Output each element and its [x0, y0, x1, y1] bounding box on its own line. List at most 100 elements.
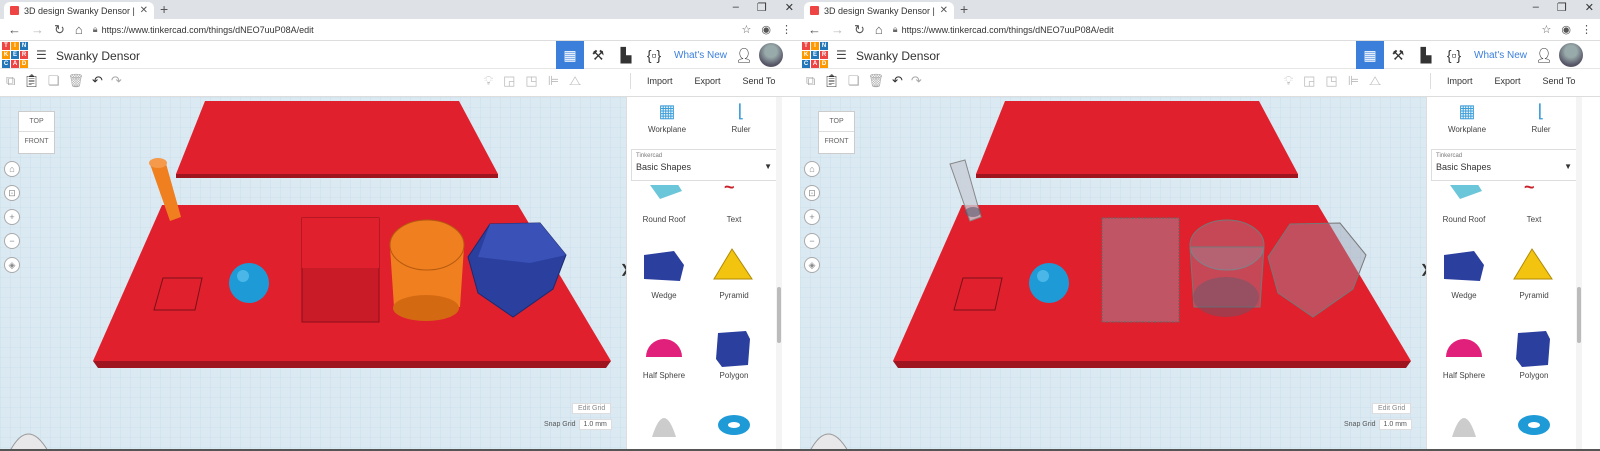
fit-view-icon[interactable]: ⊡ [804, 185, 820, 201]
send-to-button[interactable]: Send To [737, 73, 782, 89]
undo-icon[interactable]: ↶ [92, 73, 103, 89]
back-plate[interactable] [976, 101, 1298, 174]
blocks-pickaxe-icon[interactable]: ⚒ [1384, 41, 1412, 69]
close-tab-icon[interactable]: ✕ [940, 5, 948, 16]
avatar[interactable] [1559, 43, 1584, 67]
zoom-in-icon[interactable]: + [804, 209, 820, 225]
delete-icon[interactable]: 🗑︎ [867, 73, 884, 89]
close-window-icon[interactable]: ✕ [1585, 1, 1594, 14]
view-cube-top[interactable]: TOP [19, 112, 54, 132]
extension-icon[interactable]: ◉ [1561, 23, 1571, 36]
minimize-icon[interactable]: – [733, 1, 739, 14]
browser-menu-icon[interactable]: ⋮ [1581, 23, 1592, 36]
view-cube[interactable]: TOP FRONT [818, 111, 855, 154]
shape-item[interactable]: Wedge [629, 247, 699, 300]
copy-icon[interactable]: ⧉ [806, 73, 815, 89]
snap-grid-select[interactable]: 1.0 mm [578, 419, 612, 430]
group-icon[interactable]: ◲ [1303, 73, 1315, 89]
codeblocks-icon[interactable]: {▫} [1440, 41, 1468, 69]
restore-icon[interactable]: ❐ [1557, 1, 1567, 14]
delete-icon[interactable]: 🗑︎ [67, 73, 84, 89]
export-button[interactable]: Export [1489, 73, 1527, 89]
light-bulb-icon[interactable]: 💡︎ [484, 73, 493, 89]
redo-icon[interactable]: ↷ [911, 73, 922, 89]
sphere-shape[interactable] [1029, 263, 1069, 303]
shape-item[interactable] [629, 407, 699, 439]
view-cube[interactable]: TOP FRONT [18, 111, 55, 154]
browser-menu-icon[interactable]: ⋮ [781, 23, 792, 36]
undo-icon[interactable]: ↶ [892, 73, 903, 89]
sphere-shape[interactable] [229, 263, 269, 303]
perspective-icon[interactable]: ◈ [804, 257, 820, 273]
mirror-icon[interactable]: ⧍ [1369, 73, 1381, 89]
new-tab-icon[interactable]: + [160, 1, 168, 17]
shape-item[interactable]: Wedge [1429, 247, 1499, 300]
browser-tab[interactable]: 3D design Swanky Densor | Tink ✕ [4, 2, 154, 19]
snap-grid-select[interactable]: 1.0 mm [1378, 419, 1412, 430]
design-title[interactable]: Swanky Densor [56, 49, 140, 63]
perspective-icon[interactable]: ◈ [4, 257, 20, 273]
home-view-icon[interactable]: ⌂ [4, 161, 20, 177]
close-window-icon[interactable]: ✕ [785, 1, 794, 14]
shape-item[interactable]: Half Sphere [1429, 327, 1499, 380]
url-input[interactable]: 🔒︎ https://www.tinkercad.com/things/dNEO7… [93, 22, 732, 38]
close-tab-icon[interactable]: ✕ [140, 5, 148, 16]
view-cube-front[interactable]: FRONT [819, 132, 854, 152]
shape-item[interactable]: Pyramid [699, 247, 769, 300]
view-cube-front[interactable]: FRONT [19, 132, 54, 152]
back-icon[interactable]: ← [8, 22, 21, 37]
send-to-button[interactable]: Send To [1537, 73, 1582, 89]
3d-viewport[interactable] [0, 97, 626, 451]
edit-grid-button[interactable]: Edit Grid [572, 403, 612, 414]
shape-item[interactable]: Round Roof [1429, 185, 1499, 224]
import-button[interactable]: Import [641, 73, 679, 89]
shape-library-select[interactable]: Tinkercad Basic Shapes ▼ [631, 149, 781, 181]
reload-icon[interactable]: ↻ [54, 22, 65, 38]
bricks-icon[interactable]: ▙ [612, 41, 640, 69]
3d-design-view-icon[interactable]: ▦ [556, 41, 584, 69]
add-user-icon[interactable]: 👤︎ [1535, 47, 1557, 64]
ruler-tool[interactable]: ⌊ Ruler [711, 101, 771, 134]
export-button[interactable]: Export [689, 73, 727, 89]
tinkercad-logo[interactable]: TIN KER CAD [802, 42, 828, 68]
shape-item[interactable]: Polygon [699, 327, 769, 380]
scrollbar-thumb[interactable] [777, 287, 781, 343]
back-plate[interactable] [176, 101, 498, 174]
shape-item[interactable]: Pyramid [1499, 247, 1569, 300]
zoom-out-icon[interactable]: − [804, 233, 820, 249]
extension-icon[interactable]: ◉ [761, 23, 771, 36]
bricks-icon[interactable]: ▙ [1412, 41, 1440, 69]
whats-new-link[interactable]: What's New [1474, 50, 1527, 61]
shape-item[interactable]: ~ Text [699, 185, 769, 224]
restore-icon[interactable]: ❐ [757, 1, 767, 14]
zoom-out-icon[interactable]: − [4, 233, 20, 249]
design-menu-icon[interactable]: ☰ [36, 48, 47, 62]
ungroup-icon[interactable]: ◳ [1325, 73, 1337, 89]
back-icon[interactable]: ← [808, 22, 821, 37]
bookmark-star-icon[interactable]: ☆ [1542, 23, 1552, 36]
box-hole-shape[interactable] [1101, 217, 1180, 323]
shape-library-select[interactable]: Tinkercad Basic Shapes ▼ [1431, 149, 1581, 181]
bookmark-star-icon[interactable]: ☆ [742, 23, 752, 36]
align-icon[interactable]: ⊫ [548, 73, 559, 89]
duplicate-icon[interactable]: ❏ [848, 73, 860, 89]
workplane-tool[interactable]: ▦ Workplane [637, 101, 697, 134]
add-user-icon[interactable]: 👤︎ [735, 47, 757, 64]
design-menu-icon[interactable]: ☰ [836, 48, 847, 62]
import-button[interactable]: Import [1441, 73, 1479, 89]
duplicate-icon[interactable]: ❏ [48, 73, 60, 89]
ungroup-icon[interactable]: ◳ [525, 73, 537, 89]
whats-new-link[interactable]: What's New [674, 50, 727, 61]
edit-grid-button[interactable]: Edit Grid [1372, 403, 1412, 414]
scrollbar-thumb[interactable] [1577, 287, 1581, 343]
ruler-tool[interactable]: ⌊ Ruler [1511, 101, 1571, 134]
align-icon[interactable]: ⊫ [1348, 73, 1359, 89]
shape-item[interactable] [699, 411, 769, 443]
codeblocks-icon[interactable]: {▫} [640, 41, 668, 69]
avatar[interactable] [759, 43, 784, 67]
design-title[interactable]: Swanky Densor [856, 49, 940, 63]
shape-item[interactable]: Half Sphere [629, 327, 699, 380]
zoom-in-icon[interactable]: + [4, 209, 20, 225]
home-view-icon[interactable]: ⌂ [804, 161, 820, 177]
url-input[interactable]: 🔒︎ https://www.tinkercad.com/things/dNEO7… [893, 22, 1532, 38]
